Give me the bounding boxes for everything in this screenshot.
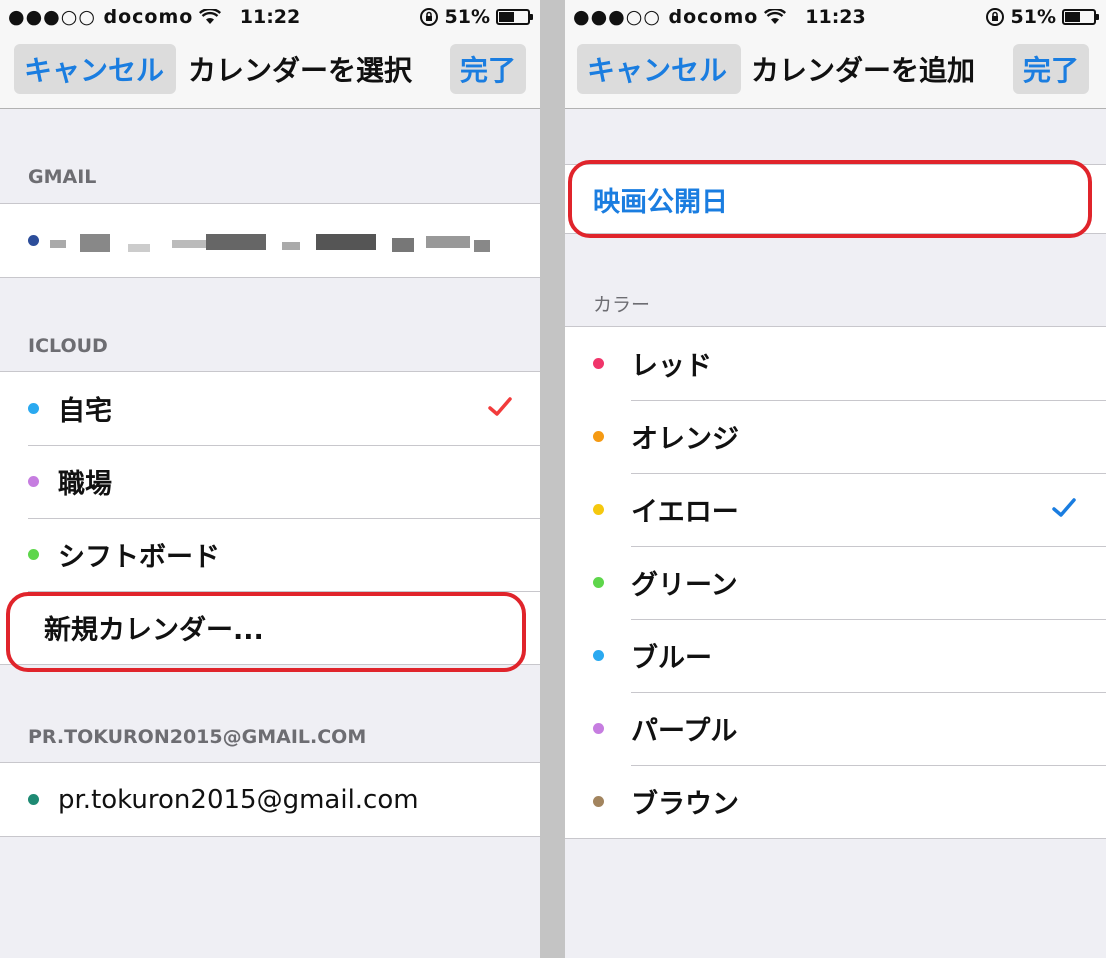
- battery-indicator: 51%: [985, 6, 1099, 28]
- checkmark-icon: [488, 397, 512, 416]
- color-options-group: レッド オレンジ イエロー グリーン ブルー パープル ブラウン: [565, 326, 1106, 839]
- color-option-label: ブラウン: [631, 789, 739, 820]
- calendar-item-home[interactable]: 自宅: [0, 372, 540, 445]
- battery-indicator: 51%: [419, 6, 533, 28]
- color-option-label: ブルー: [631, 643, 712, 674]
- section-header-account: PR.TOKURON2015@GMAIL.COM: [28, 726, 367, 748]
- done-button[interactable]: 完了: [1013, 44, 1089, 94]
- color-swatch: [593, 431, 604, 442]
- calendar-color-dot: [28, 235, 39, 246]
- calendar-item-label: 自宅: [58, 396, 112, 427]
- color-swatch: [593, 577, 604, 588]
- battery-percent: 51%: [444, 6, 490, 28]
- gmail-calendar-group: [0, 203, 540, 278]
- calendar-color-dot: [28, 403, 39, 414]
- color-option-label: グリーン: [631, 570, 738, 601]
- color-swatch: [593, 358, 604, 369]
- section-header-icloud: ICLOUD: [28, 335, 108, 357]
- checkmark-icon: [1052, 498, 1076, 517]
- color-swatch: [593, 796, 604, 807]
- calendar-item-label: pr.tokuron2015@gmail.com: [58, 784, 419, 815]
- page-title: カレンダーを選択: [188, 54, 413, 87]
- orientation-lock-icon: [419, 8, 438, 26]
- cancel-button[interactable]: キャンセル: [14, 44, 176, 94]
- cancel-button[interactable]: キャンセル: [577, 44, 741, 94]
- section-header-gmail: GMAIL: [28, 166, 97, 188]
- calendar-item-account[interactable]: pr.tokuron2015@gmail.com: [0, 763, 540, 836]
- done-button[interactable]: 完了: [450, 44, 526, 94]
- battery-icon: [496, 9, 533, 25]
- calendar-color-dot: [28, 549, 39, 560]
- add-calendar-screen: ●●●○○ docomo 11:23 51% キャンセル カレンダーを追加 完了…: [565, 0, 1106, 958]
- calendar-item-shiftboard[interactable]: シフトボード: [0, 518, 540, 591]
- color-option-orange[interactable]: オレンジ: [565, 400, 1106, 473]
- orientation-lock-icon: [985, 8, 1004, 26]
- color-option-label: イエロー: [631, 497, 739, 528]
- calendar-color-dot: [28, 794, 39, 805]
- color-swatch: [593, 504, 604, 515]
- calendar-color-dot: [28, 476, 39, 487]
- page-title: カレンダーを追加: [751, 54, 976, 87]
- color-option-purple[interactable]: パープル: [565, 692, 1106, 765]
- color-option-blue[interactable]: ブルー: [565, 619, 1106, 692]
- color-option-red[interactable]: レッド: [565, 327, 1106, 400]
- color-option-label: パープル: [631, 716, 738, 747]
- account-calendar-group: pr.tokuron2015@gmail.com: [0, 762, 540, 837]
- highlight-annotation: [6, 592, 526, 672]
- select-calendar-screen: ●●●○○ docomo 11:22 51% キャンセル カレンダーを選択 完了…: [0, 0, 540, 958]
- calendar-item-label: 職場: [58, 469, 112, 500]
- highlight-annotation: [568, 160, 1092, 238]
- battery-percent: 51%: [1010, 6, 1056, 28]
- color-option-green[interactable]: グリーン: [565, 546, 1106, 619]
- status-bar: ●●●○○ docomo 11:22 51%: [0, 0, 540, 36]
- navigation-bar: キャンセル カレンダーを追加 完了: [565, 36, 1106, 109]
- gmail-calendar-item[interactable]: [0, 204, 540, 277]
- color-swatch: [593, 650, 604, 661]
- color-option-brown[interactable]: ブラウン: [565, 765, 1106, 838]
- color-swatch: [593, 723, 604, 734]
- battery-icon: [1062, 9, 1099, 25]
- navigation-bar: キャンセル カレンダーを選択 完了: [0, 36, 540, 109]
- calendar-item-label: シフトボード: [58, 542, 220, 573]
- color-option-yellow[interactable]: イエロー: [565, 473, 1106, 546]
- section-header-color: カラー: [593, 294, 651, 316]
- calendar-item-work[interactable]: 職場: [0, 445, 540, 518]
- status-bar: ●●●○○ docomo 11:23 51%: [565, 0, 1106, 36]
- color-option-label: オレンジ: [631, 424, 739, 455]
- color-option-label: レッド: [631, 351, 712, 382]
